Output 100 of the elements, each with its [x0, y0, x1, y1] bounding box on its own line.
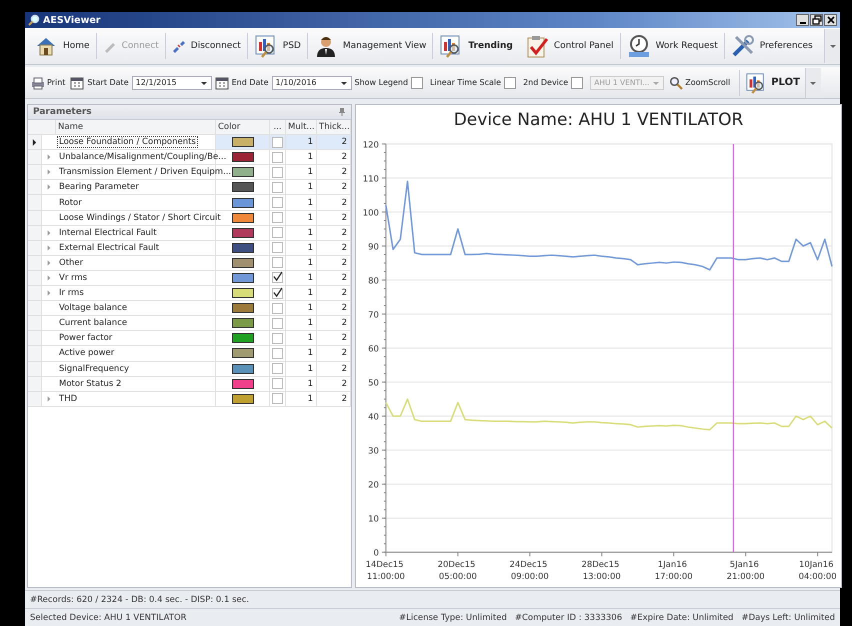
checkbox[interactable] [272, 197, 283, 208]
checkbox[interactable] [272, 272, 283, 284]
checkbox[interactable] [272, 242, 283, 254]
table-cell: 1 [286, 150, 317, 166]
column-header[interactable]: Thick... [317, 120, 351, 136]
checkbox[interactable] [272, 302, 283, 314]
expand-arrow-icon[interactable] [47, 184, 51, 190]
y-tick-label: 70 [368, 309, 379, 320]
parameter-name: Active power [58, 348, 116, 358]
color-swatch[interactable] [232, 378, 254, 389]
close-icon [826, 15, 836, 25]
table-cell: 1 [286, 135, 317, 150]
color-swatch[interactable] [232, 137, 254, 148]
ribbon-button[interactable]: Disconnect [166, 30, 247, 62]
field-label: Start Date [87, 78, 129, 87]
row-indicator[interactable] [28, 135, 42, 150]
expand-arrow-icon[interactable] [47, 290, 51, 296]
plot-button[interactable]: PLOT [743, 72, 802, 94]
date-field[interactable]: 1/10/2016 [272, 76, 352, 90]
table-cell: 1 [286, 165, 317, 180]
color-swatch[interactable] [232, 272, 254, 283]
x-tick-label: 24Dec15 09:00:00 [510, 559, 549, 582]
ribbon-button[interactable]: Work Request [620, 30, 724, 62]
parameter-name: THD [58, 394, 78, 404]
column-header[interactable]: ... [270, 120, 286, 136]
table-cell: 1 [286, 316, 317, 332]
expand-arrow-icon[interactable] [47, 169, 51, 176]
expand-arrow-icon[interactable] [47, 274, 51, 281]
ribbon-button[interactable]: PSD [248, 30, 307, 62]
y-tick-label: 10 [368, 514, 379, 524]
y-tick-label: 110 [362, 173, 379, 184]
table-cell: 1 [286, 210, 317, 226]
checkbox[interactable] [272, 136, 283, 148]
color-swatch[interactable] [232, 212, 254, 223]
checkbox[interactable] [272, 227, 283, 238]
checkbox[interactable] [272, 288, 283, 299]
magnifier-icon [28, 14, 40, 26]
expand-arrow-icon[interactable] [47, 244, 51, 251]
color-swatch[interactable] [232, 258, 254, 268]
checkbox[interactable] [272, 318, 283, 329]
color-swatch[interactable] [232, 198, 254, 208]
checkbox[interactable] [411, 76, 424, 88]
checkbox[interactable] [272, 378, 283, 390]
checkbox[interactable] [272, 363, 283, 374]
color-swatch[interactable] [232, 242, 254, 253]
checkbox[interactable] [504, 76, 516, 88]
color-swatch[interactable] [232, 303, 254, 314]
y-tick-label: 50 [368, 378, 379, 388]
restore-button[interactable] [810, 14, 823, 26]
color-swatch[interactable] [232, 167, 254, 178]
expand-arrow-icon[interactable] [47, 396, 51, 402]
ribbon-button[interactable]: Trending [433, 30, 519, 62]
expand-arrow-icon[interactable] [47, 260, 51, 266]
checkbox[interactable] [571, 76, 584, 88]
parameter-name: Internal Electrical Fault [58, 228, 158, 238]
parameter-name: Bearing Parameter [58, 182, 140, 192]
color-swatch[interactable] [232, 318, 254, 328]
color-swatch[interactable] [232, 182, 254, 192]
table-cell: 2 [317, 150, 351, 166]
status-text: #Expire Date: Unlimited [630, 612, 734, 622]
ribbon-button[interactable]: Preferences [724, 30, 819, 62]
column-header[interactable]: Mult... [286, 120, 317, 136]
color-swatch[interactable] [232, 364, 254, 374]
plot-dropdown-button[interactable] [804, 68, 821, 98]
table-cell: 1 [286, 376, 317, 392]
y-tick-label: 40 [368, 412, 379, 422]
color-swatch[interactable] [232, 394, 254, 404]
table-cell: 2 [317, 270, 351, 286]
color-swatch[interactable] [232, 348, 254, 358]
table-cell: 1 [286, 240, 317, 256]
color-swatch[interactable] [232, 288, 254, 298]
y-tick-label: 80 [368, 275, 379, 286]
date-field[interactable]: 12/1/2015 [132, 76, 212, 90]
color-swatch[interactable] [232, 333, 254, 344]
minimize-button[interactable] [796, 14, 809, 26]
expand-arrow-icon[interactable] [47, 230, 51, 236]
color-swatch[interactable] [232, 152, 254, 162]
table-cell: 1 [286, 270, 317, 286]
option-label: 2nd Device [523, 78, 568, 87]
checkbox[interactable] [272, 152, 283, 163]
column-header[interactable]: Name [56, 120, 216, 136]
zoomscroll-button[interactable]: ZoomScroll [667, 76, 732, 90]
column-header[interactable]: Color [216, 120, 270, 136]
checkbox[interactable] [272, 212, 283, 224]
color-swatch[interactable] [232, 228, 254, 238]
checkbox[interactable] [272, 348, 283, 359]
print-button[interactable]: Print [29, 76, 68, 90]
expand-arrow-icon[interactable] [47, 154, 51, 160]
ribbon-button[interactable]: Management View [308, 30, 432, 62]
checkbox[interactable] [272, 332, 283, 344]
ribbon-button[interactable]: Control Panel [518, 30, 620, 62]
ribbon-button[interactable]: Home [28, 30, 96, 62]
checkbox[interactable] [272, 182, 283, 193]
checkbox[interactable] [272, 393, 283, 404]
checkbox[interactable] [272, 257, 283, 268]
cursor-line[interactable] [732, 144, 734, 552]
close-button[interactable] [824, 14, 837, 26]
pin-icon[interactable] [338, 108, 346, 116]
checkbox[interactable] [272, 166, 283, 178]
search-icon [669, 76, 684, 90]
